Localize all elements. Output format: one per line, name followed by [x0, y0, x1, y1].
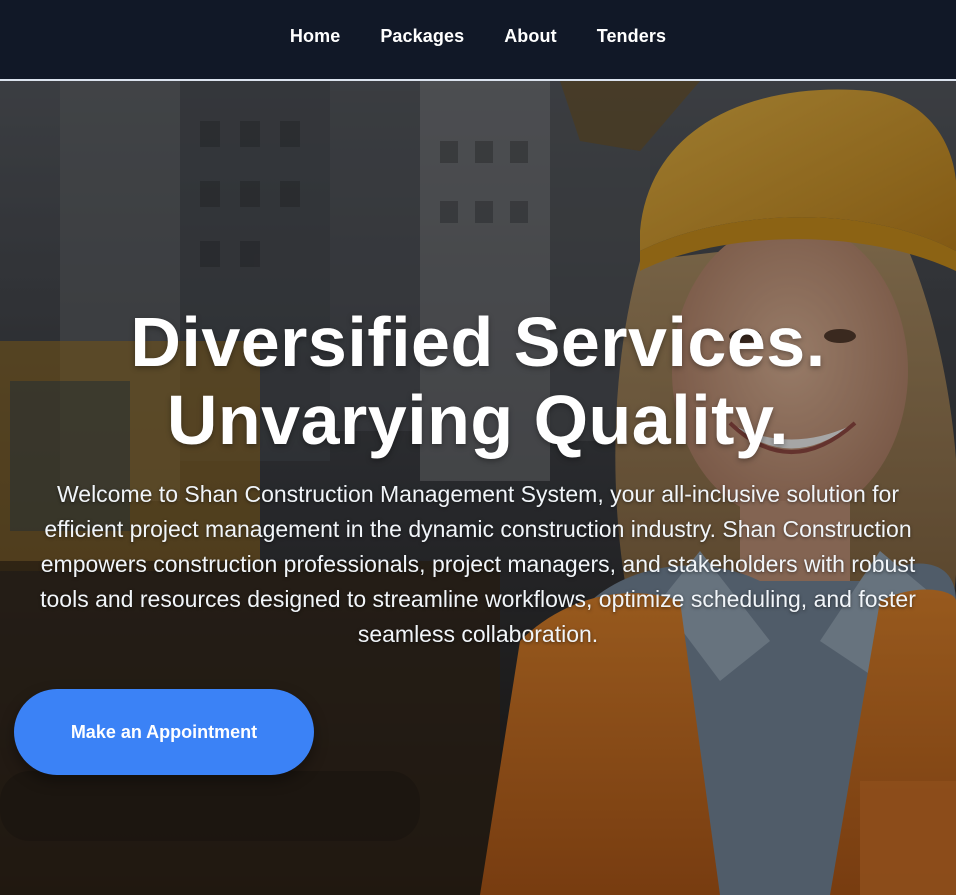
hero-title: Diversified Services. Unvarying Quality.: [0, 303, 956, 459]
nav-links: Home Packages About Tenders: [0, 0, 956, 72]
nav-link-tenders[interactable]: Tenders: [597, 26, 666, 47]
hero-title-line-1: Diversified Services.: [130, 303, 826, 381]
hero-title-line-2: Unvarying Quality.: [166, 381, 790, 459]
hero-section: Diversified Services. Unvarying Quality.…: [0, 81, 956, 895]
nav-link-packages[interactable]: Packages: [380, 26, 464, 47]
nav-link-home[interactable]: Home: [290, 26, 340, 47]
nav-link-about[interactable]: About: [504, 26, 556, 47]
make-appointment-button[interactable]: Make an Appointment: [14, 689, 314, 775]
hero-description: Welcome to Shan Construction Management …: [40, 481, 916, 647]
top-navbar: Home Packages About Tenders: [0, 0, 956, 81]
